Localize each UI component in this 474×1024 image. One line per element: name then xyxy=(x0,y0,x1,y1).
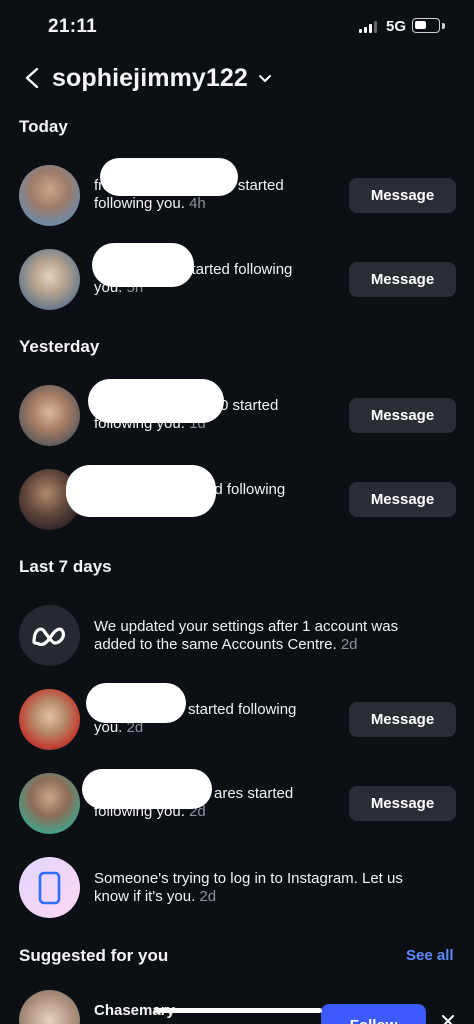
redaction xyxy=(66,465,216,517)
follow-button[interactable]: Follow xyxy=(321,1004,426,1024)
home-indicator[interactable] xyxy=(154,1008,322,1013)
section-today: Today xyxy=(19,117,68,136)
notification-row[interactable]: started following you. 2d Message xyxy=(0,679,474,759)
avatar[interactable] xyxy=(19,385,80,446)
avatar[interactable] xyxy=(19,689,80,750)
battery-icon xyxy=(412,18,440,33)
avatar[interactable] xyxy=(19,249,80,310)
section-last-7-days: Last 7 days xyxy=(19,557,112,576)
header: sophiejimmy122 xyxy=(0,58,474,100)
notification-text: Someone's trying to log in to Instagram.… xyxy=(94,870,403,905)
phone-icon xyxy=(19,857,80,918)
network-label: 5G xyxy=(386,18,407,35)
avatar[interactable] xyxy=(19,990,80,1024)
section-suggested: Suggested for you xyxy=(19,946,169,965)
redaction xyxy=(92,243,194,287)
see-all-link[interactable]: See all xyxy=(406,947,454,964)
status-bar: 21:11 5G xyxy=(0,0,474,54)
account-title[interactable]: sophiejimmy122 xyxy=(52,64,248,93)
notification-row[interactable]: ares started following you. 2d Message xyxy=(0,763,474,843)
notification-row[interactable]: 0 started following you. 1d Message xyxy=(0,375,474,455)
status-time: 21:11 xyxy=(48,16,98,37)
notification-text: We updated your settings after 1 account… xyxy=(94,618,399,653)
message-button[interactable]: Message xyxy=(349,702,456,737)
notification-row[interactable]: started following you. 5h Message xyxy=(0,239,474,319)
notification-row[interactable]: franc2 started following you. 4h Message xyxy=(0,155,474,235)
redaction xyxy=(86,683,186,723)
close-icon[interactable] xyxy=(441,1014,455,1024)
avatar[interactable] xyxy=(19,165,80,226)
redaction xyxy=(88,379,224,423)
message-button[interactable]: Message xyxy=(349,262,456,297)
chevron-down-icon[interactable] xyxy=(258,74,272,84)
notification-row[interactable]: Someone's trying to log in to Instagram.… xyxy=(0,847,474,927)
message-button[interactable]: Message xyxy=(349,178,456,213)
meta-logo-icon xyxy=(19,605,80,666)
message-button[interactable]: Message xyxy=(349,398,456,433)
back-icon[interactable] xyxy=(24,68,42,88)
message-button[interactable]: Message xyxy=(349,482,456,517)
notification-row[interactable]: ed following 1d Message xyxy=(0,459,474,539)
message-button[interactable]: Message xyxy=(349,786,456,821)
notification-row[interactable]: We updated your settings after 1 account… xyxy=(0,595,474,675)
section-yesterday: Yesterday xyxy=(19,337,100,356)
redaction xyxy=(100,158,238,196)
redaction xyxy=(82,769,212,809)
avatar[interactable] xyxy=(19,773,80,834)
signal-icon xyxy=(359,21,377,33)
